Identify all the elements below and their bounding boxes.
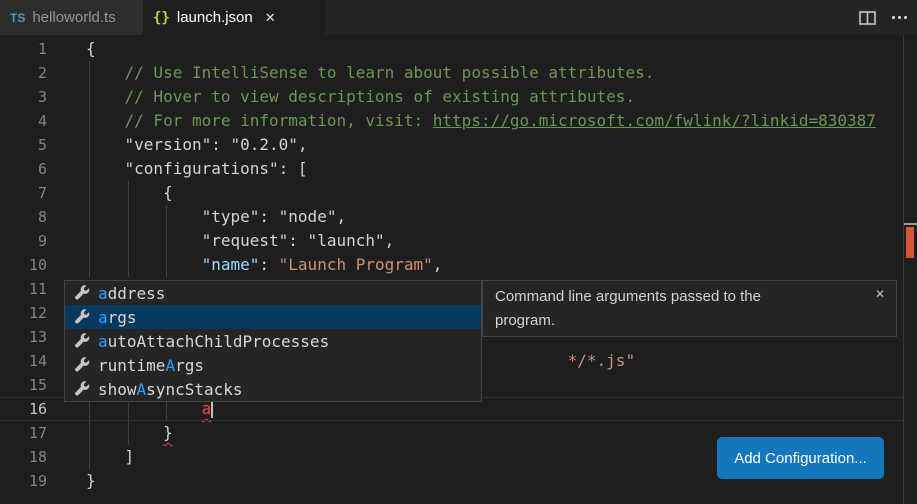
suggestion-label: args xyxy=(98,308,137,327)
close-docs-icon[interactable]: ✕ xyxy=(875,287,885,301)
wrench-icon xyxy=(74,285,90,301)
indent-guide xyxy=(89,157,90,181)
indent-guide xyxy=(89,205,90,229)
intellisense-suggest-widget: address args autoAttachChildProcesses ru… xyxy=(64,280,482,402)
code-line-5[interactable]: 5 "version": "0.2.0", xyxy=(0,133,904,157)
suggestion-label: showAsyncStacks xyxy=(98,380,243,399)
line-number: 9 xyxy=(0,229,47,253)
line-number: 1 xyxy=(0,37,47,61)
indent-guide xyxy=(89,85,90,109)
line-content: // Hover to view descriptions of existin… xyxy=(86,85,904,109)
suggestion-label: autoAttachChildProcesses xyxy=(98,332,329,351)
tab-bar: TS helloworld.ts {} launch.json ✕ xyxy=(0,0,917,35)
line-number: 2 xyxy=(0,61,47,85)
line-content: "name": "Launch Program", xyxy=(86,253,904,277)
code-line-10[interactable]: 10 "name": "Launch Program", xyxy=(0,253,904,277)
add-configuration-button[interactable]: Add Configuration... xyxy=(717,437,884,479)
suggestion-label: address xyxy=(98,284,165,303)
line-content: { xyxy=(86,37,904,61)
line-content: // For more information, visit: https://… xyxy=(86,109,904,133)
tab-launch-json[interactable]: {} launch.json ✕ xyxy=(143,0,325,35)
split-editor-icon[interactable] xyxy=(859,11,876,25)
indent-guide xyxy=(89,421,90,445)
suggestion-showAsyncStacks[interactable]: showAsyncStacks xyxy=(65,377,481,401)
tab-helloworld-ts[interactable]: TS helloworld.ts xyxy=(0,0,143,35)
indent-guide xyxy=(166,205,167,229)
line-content: { xyxy=(86,181,904,205)
line-content: "type": "node", xyxy=(86,205,904,229)
typescript-file-icon: TS xyxy=(10,11,25,25)
vscode-editor-window: TS helloworld.ts {} launch.json ✕ 1{2 //… xyxy=(0,0,917,504)
wrench-icon xyxy=(74,381,90,397)
suggestion-label: runtimeArgs xyxy=(98,356,204,375)
indent-guide xyxy=(128,253,129,277)
line-number: 18 xyxy=(0,445,47,469)
scrollbar-slider-edge[interactable] xyxy=(904,223,917,225)
editor-actions xyxy=(859,0,917,35)
line-number: 17 xyxy=(0,421,47,445)
code-editor[interactable]: 1{2 // Use IntelliSense to learn about p… xyxy=(0,35,917,504)
line-content: "request": "launch", xyxy=(86,229,904,253)
suggestion-args[interactable]: args xyxy=(65,305,481,329)
code-line-4[interactable]: 4 // For more information, visit: https:… xyxy=(0,109,904,133)
line-number: 5 xyxy=(0,133,47,157)
line-content: "version": "0.2.0", xyxy=(86,133,904,157)
wrench-icon xyxy=(74,333,90,349)
suggestion-address[interactable]: address xyxy=(65,281,481,305)
line-content: "configurations": [ xyxy=(86,157,904,181)
indent-guide xyxy=(89,109,90,133)
code-line-6[interactable]: 6 "configurations": [ xyxy=(0,157,904,181)
line-number: 19 xyxy=(0,469,47,493)
code-line-1[interactable]: 1{ xyxy=(0,37,904,61)
code-line-9[interactable]: 9 "request": "launch", xyxy=(0,229,904,253)
overview-ruler-divider xyxy=(903,35,904,504)
more-actions-icon[interactable] xyxy=(892,16,907,19)
suggestion-runtimeArgs[interactable]: runtimeArgs xyxy=(65,353,481,377)
line-number: 6 xyxy=(0,157,47,181)
suggestion-autoAttachChildProcesses[interactable]: autoAttachChildProcesses xyxy=(65,329,481,353)
indent-guide xyxy=(128,205,129,229)
line-number: 3 xyxy=(0,85,47,109)
code-line-2[interactable]: 2 // Use IntelliSense to learn about pos… xyxy=(0,61,904,85)
indent-guide xyxy=(89,133,90,157)
line-number: 15 xyxy=(0,373,47,397)
indent-guide xyxy=(166,229,167,253)
wrench-icon xyxy=(74,309,90,325)
indent-guide xyxy=(166,253,167,277)
indent-guide xyxy=(89,181,90,205)
line-number: 13 xyxy=(0,325,47,349)
line-number: 14 xyxy=(0,349,47,373)
line-content: // Use IntelliSense to learn about possi… xyxy=(86,61,904,85)
overview-error-marker xyxy=(906,227,914,258)
code-lines: 1{2 // Use IntelliSense to learn about p… xyxy=(0,37,904,493)
code-line-3[interactable]: 3 // Hover to view descriptions of exist… xyxy=(0,85,904,109)
indent-guide xyxy=(89,61,90,85)
indent-guide xyxy=(89,229,90,253)
tab-label: launch.json xyxy=(177,9,253,26)
line-number: 8 xyxy=(0,205,47,229)
suggestion-docs-text: Command line arguments passed to the pro… xyxy=(483,281,803,333)
code-line-8[interactable]: 8 "type": "node", xyxy=(0,205,904,229)
line-number: 10 xyxy=(0,253,47,277)
code-line-7[interactable]: 7 { xyxy=(0,181,904,205)
indent-guide xyxy=(128,421,129,445)
json-file-icon: {} xyxy=(153,10,170,26)
indent-guide xyxy=(89,253,90,277)
line-number: 11 xyxy=(0,277,47,301)
indent-guide xyxy=(128,229,129,253)
indent-guide xyxy=(89,445,90,469)
line-number: 12 xyxy=(0,301,47,325)
line-number: 4 xyxy=(0,109,47,133)
wrench-icon xyxy=(74,357,90,373)
tab-label: helloworld.ts xyxy=(32,9,115,26)
line-number: 7 xyxy=(0,181,47,205)
suggestion-docs-panel: Command line arguments passed to the pro… xyxy=(482,280,897,337)
line-number: 16 xyxy=(0,397,47,421)
indent-guide xyxy=(128,181,129,205)
close-tab-icon[interactable]: ✕ xyxy=(265,10,276,26)
